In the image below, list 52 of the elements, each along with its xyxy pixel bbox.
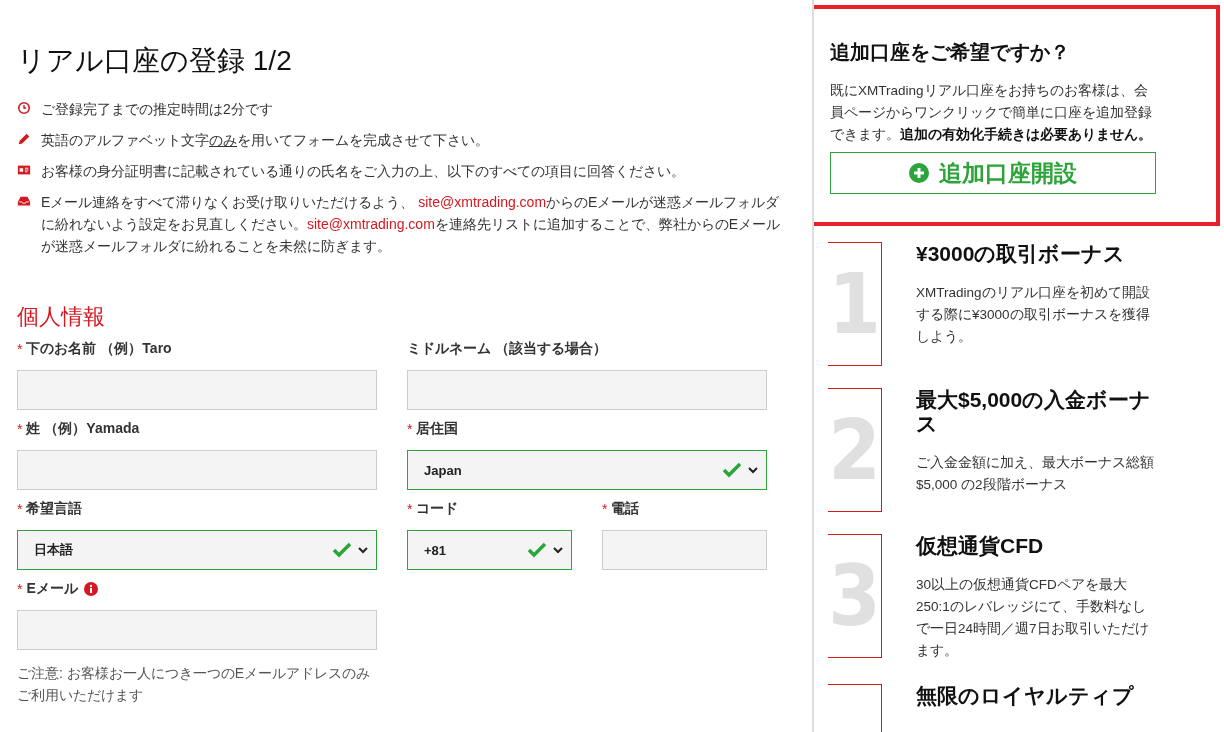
input-field[interactable] xyxy=(17,370,377,410)
check-icon xyxy=(722,462,742,478)
clock-icon xyxy=(17,101,31,115)
dropdown[interactable]: 日本語 xyxy=(17,530,377,570)
info-text: ご登録完了までの推定時間は2分です xyxy=(41,100,273,119)
benefit-text: XMTradingのリアル口座を初めて開設する際に¥3000の取引ボーナスを獲得しよう。 xyxy=(916,284,1151,346)
info-text: 英語のアルファベット文字のみを用いてフォームを完成させて下さい。 xyxy=(41,131,489,150)
chevron-down-icon xyxy=(358,546,368,554)
info-text: Eメール連絡をすべて滞りなくお受け取りいただけるよう、 site@xmtrading.comからのEメールが迷惑メールフォルダに紛れないよう設定をお見直しください。site@xmtrading.comを連絡先リストに追加することで、弊社からのEメールが迷惑メールフォルダに紛れることを未然に防ぎます。 xyxy=(41,193,782,256)
field-label: 姓 （例）Yamada xyxy=(26,420,140,438)
check-icon xyxy=(527,542,547,558)
field-note: ご注意: お客様お一人につき一つのEメールアドレスのみご利用いただけます xyxy=(17,664,372,705)
required-asterisk: * xyxy=(602,501,608,517)
field-label: 居住国 xyxy=(416,420,459,438)
benefit-title: 無限のロイヤルティプ xyxy=(916,684,1135,708)
input-field[interactable] xyxy=(17,610,377,650)
chevron-down-icon xyxy=(553,546,563,554)
pencil-icon xyxy=(17,132,31,146)
id-card-icon xyxy=(17,163,31,177)
field-label: 希望言語 xyxy=(26,500,83,518)
benefit-title: ¥3000の取引ボーナス xyxy=(916,242,1127,266)
benefit-text: ご入金金額に加え、最大ボーナス総額$5,000 の2段階ボーナス xyxy=(916,454,1154,494)
promo-text: 既にXMTradingリアル口座をお持ちのお客様は、会員ページからワンクリックで簡単に口座を追加登録できます。追加の有効化手続きは必要ありません。 xyxy=(830,82,1153,144)
field-label: 電話 xyxy=(611,500,640,518)
info-text: お客様の身分証明書に記載されている通りの氏名をご入力の上、以下のすべての項目に回答ください。 xyxy=(41,162,685,181)
required-asterisk: * xyxy=(17,581,23,597)
chevron-down-icon xyxy=(748,466,758,474)
benefit-text: 30以上の仮想通貨CFDペアを最大250:1のレバレッジにて、手数料なしで一日24時間／週7日お取引いただけます。 xyxy=(916,576,1150,660)
promo-title: 追加口座をご希望ですか？ xyxy=(830,40,1071,65)
page-title: リアル口座の登録 1/2 xyxy=(17,44,293,78)
dropdown[interactable]: +81 xyxy=(407,530,572,570)
section-heading: 個人情報 xyxy=(17,303,106,331)
benefit-title: 最大$5,000の入金ボーナス xyxy=(916,388,1153,436)
field-label: 下のお名前 （例）Taro xyxy=(26,340,172,358)
email-link[interactable]: site@xmtrading.com xyxy=(418,194,547,210)
field-label: ミドルネーム （該当する場合） xyxy=(407,340,607,358)
field-label: コード xyxy=(416,500,459,518)
check-icon xyxy=(332,542,352,558)
required-asterisk: * xyxy=(407,421,413,437)
inbox-icon xyxy=(17,194,31,208)
benefit-title: 仮想通貨CFD xyxy=(916,534,1045,558)
input-field[interactable] xyxy=(17,450,377,490)
required-asterisk: * xyxy=(17,421,23,437)
dropdown[interactable]: Japan xyxy=(407,450,767,490)
email-link[interactable]: site@xmtrading.com xyxy=(307,216,435,232)
required-asterisk: * xyxy=(17,341,23,357)
required-asterisk: * xyxy=(17,501,23,517)
input-field[interactable] xyxy=(407,370,767,410)
required-asterisk: * xyxy=(407,501,413,517)
input-field[interactable] xyxy=(602,530,767,570)
field-label: Eメール xyxy=(26,580,78,598)
plus-circle-icon xyxy=(909,163,929,183)
